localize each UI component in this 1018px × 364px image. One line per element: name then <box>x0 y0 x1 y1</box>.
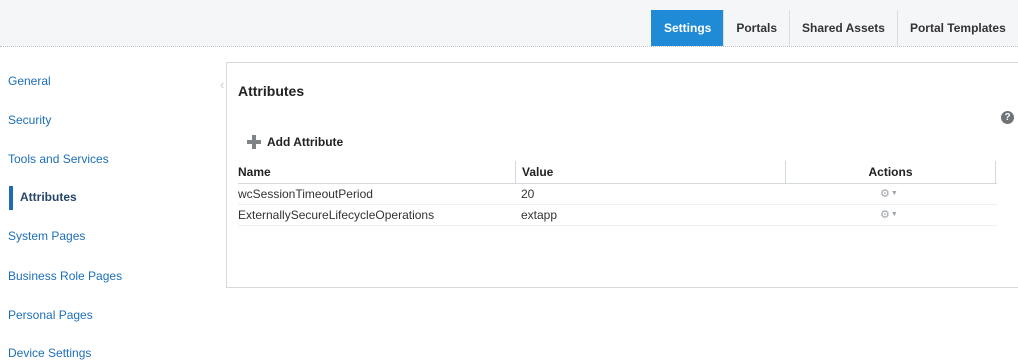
page-title: Attributes <box>238 83 305 99</box>
column-header-actions: Actions <box>785 161 996 183</box>
table-row[interactable]: ExternallySecureLifecycleOperations exta… <box>238 205 997 226</box>
tab-portals[interactable]: Portals <box>723 10 790 46</box>
gear-icon: ⚙ <box>880 209 890 221</box>
gear-icon: ⚙ <box>880 188 890 200</box>
add-attribute-button[interactable]: Add Attribute <box>247 133 343 151</box>
tab-bar: Settings Portals Shared Assets Portal Te… <box>651 10 1018 46</box>
add-attribute-label: Add Attribute <box>267 135 344 149</box>
sidebar-item-tools-and-services[interactable]: Tools and Services <box>8 149 109 169</box>
sidebar-item-device-settings[interactable]: Device Settings <box>8 343 91 363</box>
chevron-down-icon: ▼ <box>890 190 898 197</box>
attribute-name-cell: ExternallySecureLifecycleOperations <box>238 208 435 222</box>
top-bar: Settings Portals Shared Assets Portal Te… <box>0 0 1018 46</box>
attributes-panel: Attributes ? Add Attribute Name Value Ac… <box>226 62 1018 288</box>
tab-settings[interactable]: Settings <box>651 10 724 46</box>
sidebar-item-business-role-pages[interactable]: Business Role Pages <box>8 266 122 286</box>
table-row[interactable]: wcSessionTimeoutPeriod 20 ⚙ ▼ <box>238 184 997 205</box>
attribute-value-cell: extapp <box>521 208 558 222</box>
sidebar-item-general[interactable]: General <box>8 71 51 91</box>
attribute-name-cell: wcSessionTimeoutPeriod <box>238 187 373 201</box>
chevron-down-icon: ▼ <box>890 211 898 218</box>
attribute-value-cell: 20 <box>521 187 535 201</box>
tab-portal-templates[interactable]: Portal Templates <box>896 10 1018 46</box>
attributes-table: Name Value Actions wcSessionTimeoutPerio… <box>238 161 997 226</box>
column-header-name[interactable]: Name <box>238 161 516 183</box>
help-icon[interactable]: ? <box>1001 111 1014 124</box>
plus-icon <box>247 135 261 149</box>
row-actions-menu[interactable]: ⚙ ▼ <box>880 188 902 200</box>
sidebar-item-personal-pages[interactable]: Personal Pages <box>8 305 93 325</box>
table-header: Name Value Actions <box>238 161 997 184</box>
column-header-value[interactable]: Value <box>515 161 776 183</box>
active-nav-marker <box>9 186 13 210</box>
tab-shared-assets[interactable]: Shared Assets <box>789 10 897 46</box>
app-frame: Settings Portals Shared Assets Portal Te… <box>0 0 1018 364</box>
sidebar-item-attributes[interactable]: Attributes <box>20 187 77 207</box>
row-actions-menu[interactable]: ⚙ ▼ <box>880 209 902 221</box>
header-divider <box>0 46 1018 47</box>
sidebar-item-security[interactable]: Security <box>8 110 51 130</box>
sidebar-item-system-pages[interactable]: System Pages <box>8 226 85 246</box>
